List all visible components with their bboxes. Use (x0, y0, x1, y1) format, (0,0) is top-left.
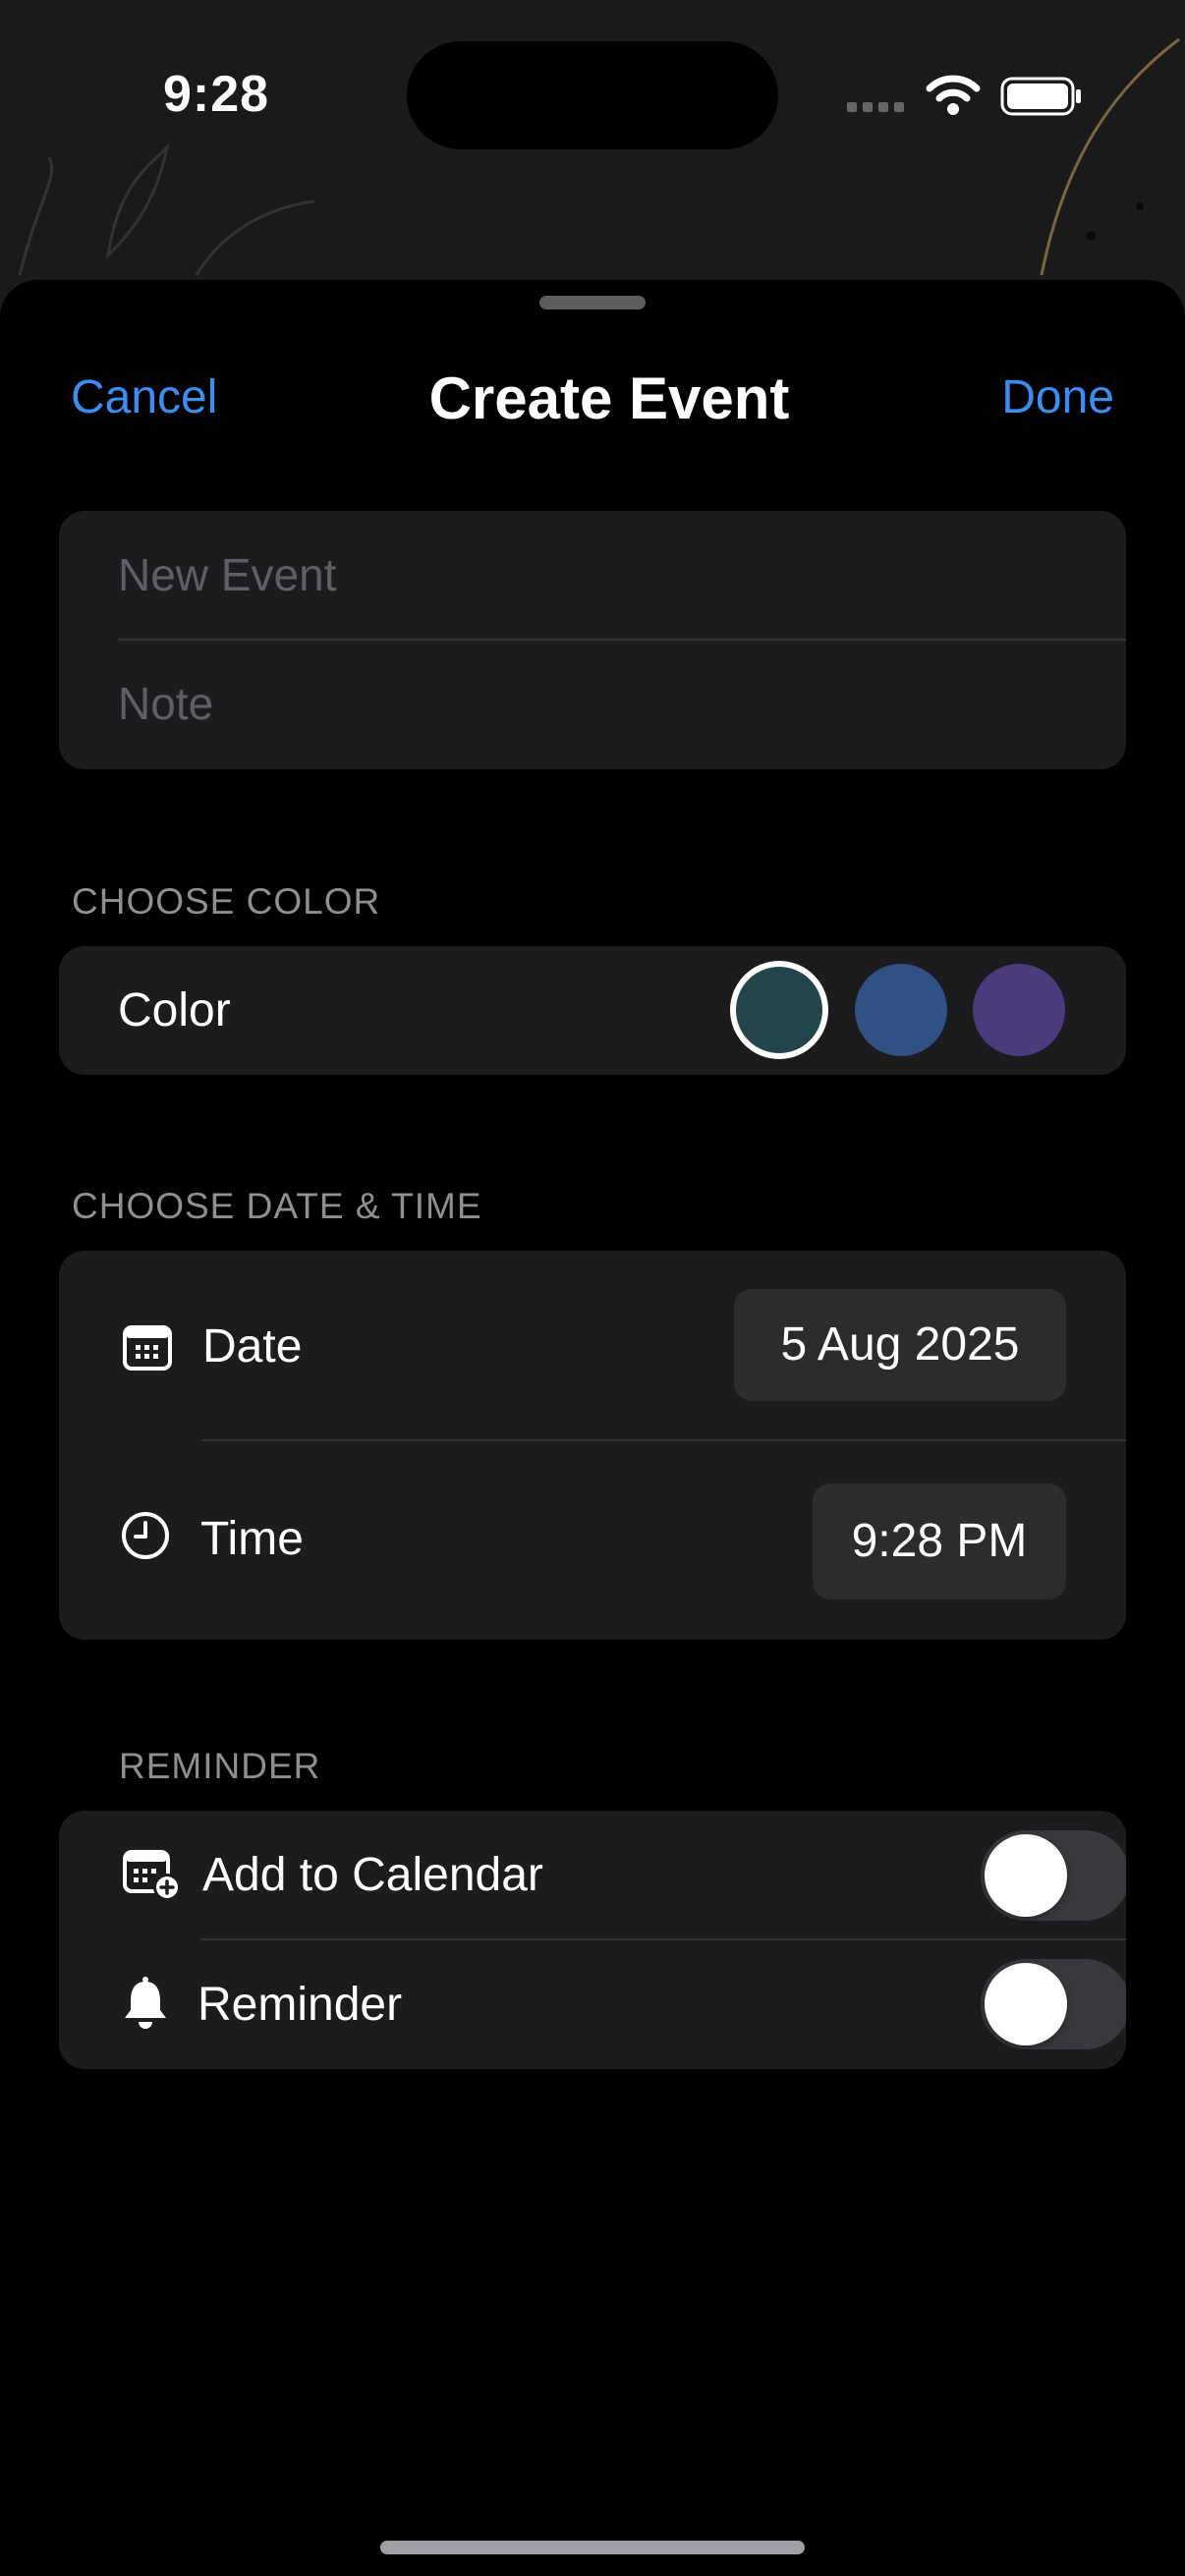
signal-icon (847, 102, 904, 112)
reminder-header: REMINDER (119, 1746, 321, 1786)
sheet-grabber[interactable] (539, 296, 646, 309)
status-bar: 9:28 (0, 0, 1185, 196)
time-picker[interactable]: 9:28 PM (813, 1484, 1066, 1599)
add-to-calendar-label: Add to Calendar (202, 1849, 543, 1901)
wifi-icon (926, 75, 981, 115)
add-to-calendar-toggle[interactable] (981, 1830, 1126, 1921)
reminder-label: Reminder (198, 1979, 403, 2031)
clock-icon (122, 1512, 169, 1559)
done-button[interactable]: Done (1001, 370, 1114, 424)
choose-date-time-header: CHOOSE DATE & TIME (72, 1186, 482, 1226)
bell-icon (125, 1977, 166, 2029)
create-event-sheet: Cancel Create Event Done New Event Note … (0, 280, 1185, 2576)
divider (118, 639, 1126, 641)
calendar-add-icon (123, 1850, 181, 1901)
toggle-knob (985, 1963, 1067, 2045)
date-time-card: Date 5 Aug 2025 Time 9:28 PM (59, 1251, 1126, 1640)
event-details-card: New Event Note (59, 511, 1126, 769)
date-label: Date (202, 1320, 303, 1372)
home-indicator[interactable] (380, 2541, 805, 2554)
date-picker[interactable]: 5 Aug 2025 (734, 1289, 1066, 1401)
reminder-card: Add to Calendar Reminder (59, 1811, 1126, 2069)
color-swatch-teal[interactable] (736, 967, 822, 1053)
toggle-knob (985, 1834, 1067, 1917)
battery-icon (1000, 77, 1081, 116)
color-swatch-purple[interactable] (973, 964, 1065, 1056)
status-time: 9:28 (163, 66, 270, 123)
time-label: Time (200, 1513, 304, 1565)
note-field[interactable]: Note (118, 677, 213, 730)
dynamic-island (407, 41, 778, 149)
divider (200, 1938, 1126, 1940)
choose-color-header: CHOOSE COLOR (72, 881, 381, 922)
color-label: Color (118, 984, 231, 1036)
event-title-field[interactable]: New Event (118, 548, 336, 601)
reminder-toggle[interactable] (981, 1959, 1126, 2049)
calendar-icon (123, 1325, 172, 1371)
color-card: Color (59, 946, 1126, 1075)
divider (202, 1439, 1126, 1441)
color-swatch-blue[interactable] (855, 964, 947, 1056)
